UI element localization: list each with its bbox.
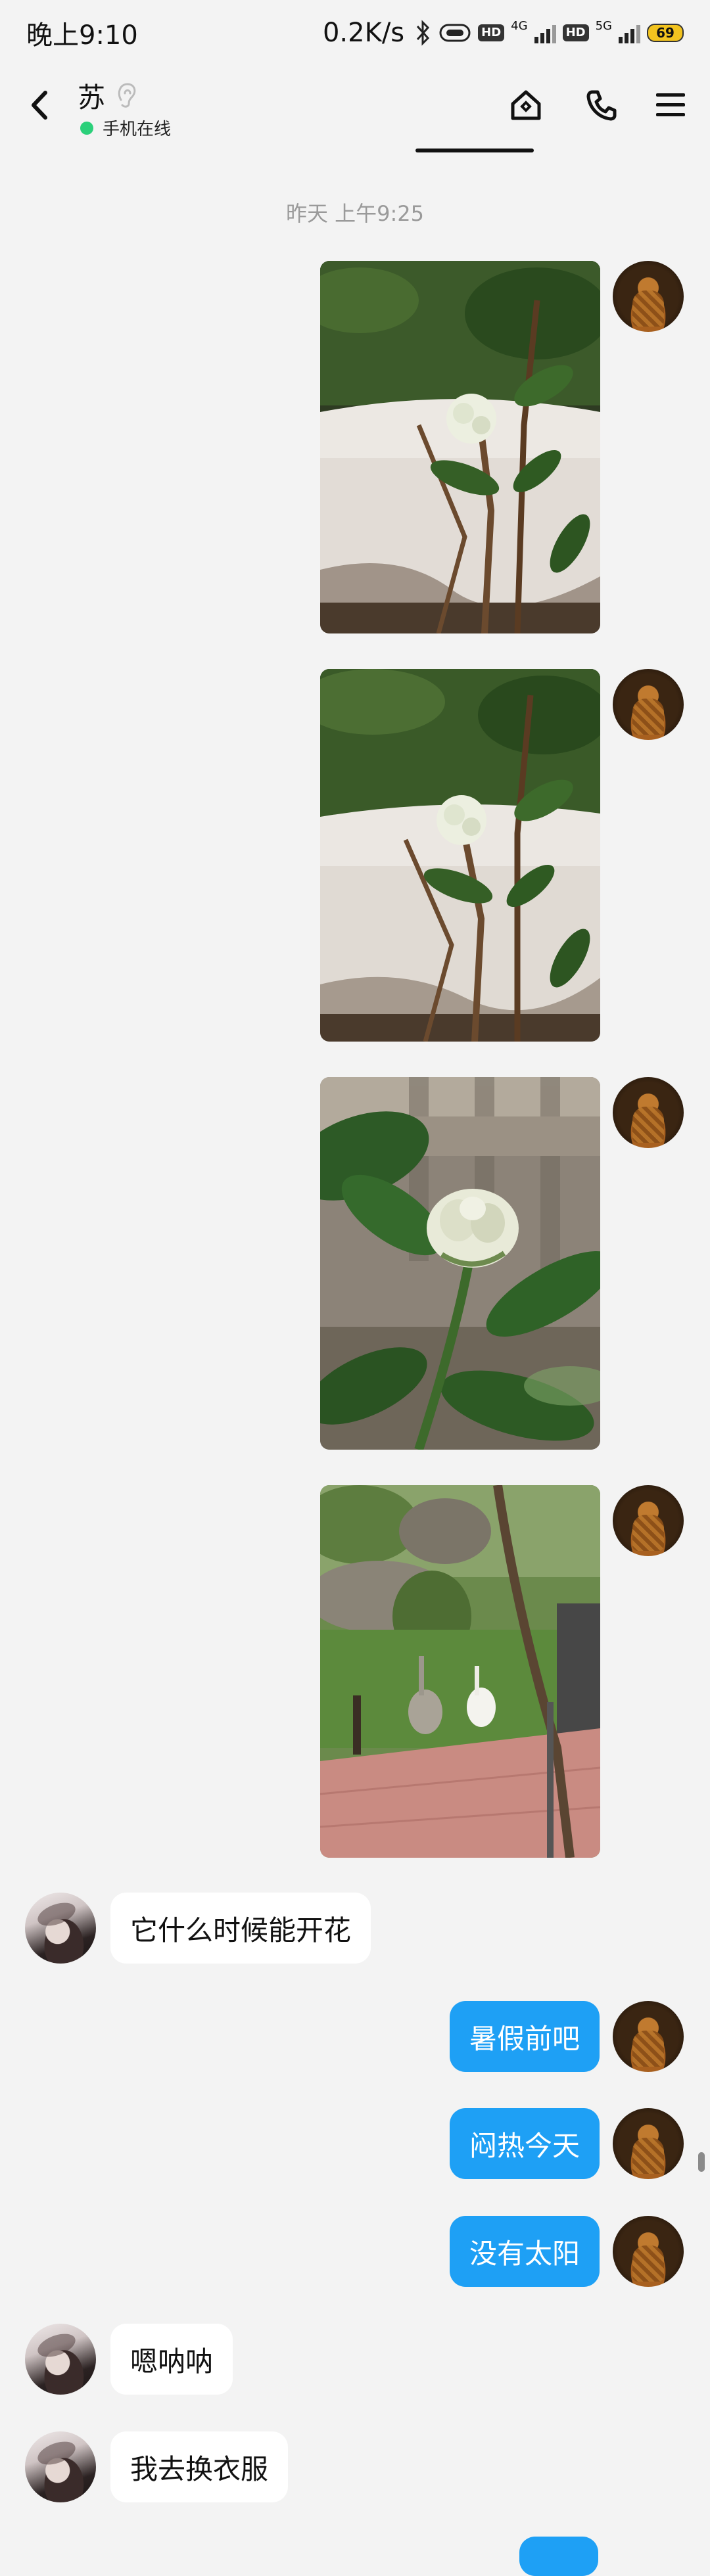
self-avatar[interactable] bbox=[613, 669, 684, 740]
scrollbar[interactable] bbox=[698, 2152, 705, 2172]
flower-closeup-photo bbox=[320, 1077, 600, 1450]
image-message[interactable] bbox=[320, 261, 600, 633]
self-avatar[interactable] bbox=[613, 1077, 684, 1148]
contact-avatar[interactable] bbox=[25, 2324, 96, 2395]
message-bubble-sent[interactable]: 闷热今天 bbox=[449, 2108, 600, 2179]
message-bubble-received[interactable]: 嗯呐呐 bbox=[110, 2324, 233, 2395]
online-dot-icon bbox=[80, 121, 93, 135]
online-status-text: 手机在线 bbox=[103, 120, 172, 139]
chat-header: 苏 手机在线 bbox=[0, 66, 710, 154]
home-icon bbox=[511, 90, 541, 120]
signal-strength-icon bbox=[619, 22, 640, 43]
hd-badge: HD bbox=[562, 24, 589, 41]
bluetooth-icon bbox=[417, 20, 430, 46]
message-bubble-sent[interactable]: 没有太阳 bbox=[449, 2216, 600, 2287]
status-bar: 晚上9:10 0.2K/s HD 4G HD 5G 69 bbox=[0, 0, 710, 66]
geese-photo bbox=[320, 1485, 600, 1858]
network-type: 4G bbox=[511, 19, 528, 33]
menu-icon bbox=[656, 93, 685, 116]
self-avatar[interactable] bbox=[613, 2108, 684, 2179]
image-message[interactable] bbox=[320, 1077, 600, 1450]
call-button[interactable] bbox=[582, 85, 621, 125]
signal-strength-icon bbox=[534, 22, 556, 43]
vibrate-icon bbox=[439, 24, 471, 42]
online-status: 手机在线 bbox=[80, 116, 171, 140]
self-avatar[interactable] bbox=[613, 2001, 684, 2072]
status-time: 晚上9:10 bbox=[26, 20, 138, 51]
net-speed: 0.2K/s bbox=[322, 18, 405, 48]
contact-avatar[interactable] bbox=[25, 1893, 96, 1964]
chat-timestamp: 昨天 上午9:25 bbox=[285, 201, 425, 226]
self-avatar[interactable] bbox=[613, 261, 684, 332]
battery-icon: 69 bbox=[647, 24, 684, 42]
menu-button[interactable] bbox=[651, 85, 690, 125]
flower-photo bbox=[320, 261, 600, 633]
image-message[interactable] bbox=[320, 669, 600, 1042]
message-bubble-sent[interactable]: 暑假前吧 bbox=[449, 2001, 600, 2072]
self-avatar[interactable] bbox=[613, 2216, 684, 2287]
hd-badge: HD bbox=[478, 24, 505, 41]
header-indicator-line bbox=[415, 149, 534, 152]
back-arrow-icon bbox=[32, 91, 47, 120]
contact-avatar[interactable] bbox=[25, 2431, 96, 2502]
contact-name[interactable]: 苏 bbox=[78, 76, 105, 116]
flower-photo bbox=[320, 669, 600, 1042]
home-button[interactable] bbox=[506, 85, 546, 125]
network-type: 5G bbox=[595, 19, 612, 33]
image-message[interactable] bbox=[320, 1485, 600, 1858]
back-button[interactable] bbox=[20, 85, 59, 125]
message-bubble-sent-partial[interactable] bbox=[519, 2537, 598, 2576]
self-avatar[interactable] bbox=[613, 1485, 684, 1556]
message-bubble-received[interactable]: 我去换衣服 bbox=[110, 2431, 289, 2502]
phone-icon bbox=[586, 90, 617, 121]
status-icons: 0.2K/s HD 4G HD 5G 69 bbox=[323, 18, 684, 48]
message-bubble-received[interactable]: 它什么时候能开花 bbox=[110, 1893, 371, 1964]
ear-icon bbox=[118, 83, 136, 108]
